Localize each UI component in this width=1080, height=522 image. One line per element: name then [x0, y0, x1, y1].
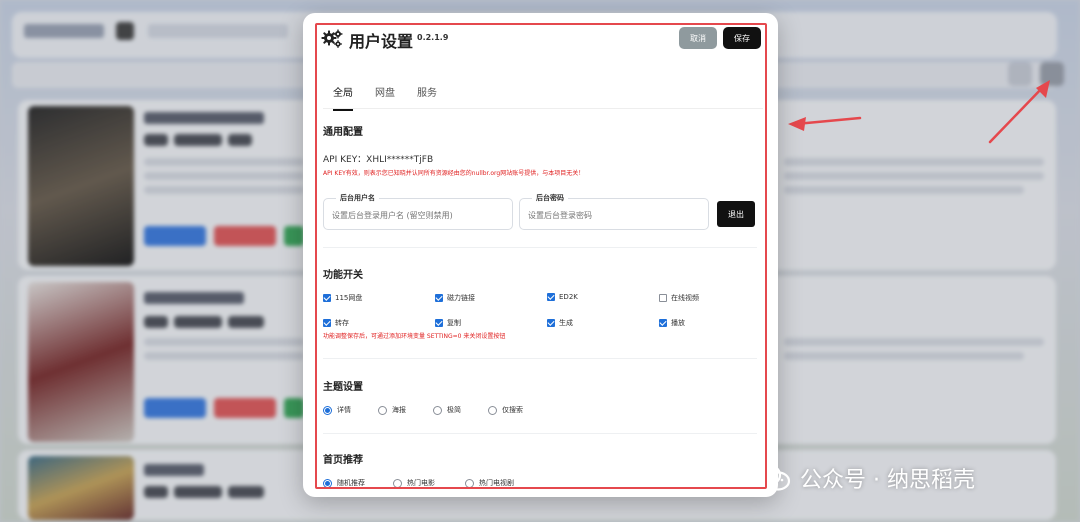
section-divider	[323, 433, 757, 434]
radio-label: 热门电影	[407, 479, 435, 487]
radio-button[interactable]	[323, 405, 332, 415]
checkbox-label: 转存	[335, 319, 349, 327]
checkbox-label: ED2K	[559, 293, 578, 301]
checkbox-label: 播放	[671, 319, 685, 327]
username-label: 后台用户名	[336, 193, 379, 203]
checkbox-box[interactable]	[659, 294, 667, 302]
radio-theme-poster[interactable]: 海报	[378, 405, 406, 415]
radio-button[interactable]	[323, 478, 332, 488]
radio-label: 随机推荐	[337, 479, 365, 487]
checkbox-box[interactable]	[323, 319, 331, 327]
checkbox-label: 在线视频	[671, 294, 699, 302]
radio-theme-search-only[interactable]: 仅搜索	[488, 405, 523, 415]
checkbox-label: 磁力链接	[447, 294, 475, 302]
wechat-icon	[752, 463, 791, 491]
checkbox-label: 生成	[559, 319, 573, 327]
section-divider	[323, 247, 757, 248]
wechat-watermark: 公众号 · 纳思稻壳	[752, 462, 975, 494]
section-title-theme: 主题设置	[323, 382, 363, 393]
radio-label: 详情	[337, 406, 351, 414]
modal-content: 用户设置 0.2.1.9 取消 保存 全局 网盘 服务 通用配置 API KEY…	[317, 23, 765, 489]
checkbox-box[interactable]	[547, 293, 555, 301]
section-title-features: 功能开关	[323, 270, 363, 281]
section-title-general: 通用配置	[323, 127, 363, 138]
tab-service[interactable]: 服务	[417, 84, 437, 109]
checkbox-generate[interactable]: 生成	[547, 318, 573, 328]
radio-label: 极简	[447, 406, 461, 414]
radio-label: 仅搜索	[502, 406, 523, 414]
checkbox-online-video[interactable]: 在线视频	[659, 293, 699, 303]
username-input[interactable]	[332, 207, 504, 223]
checkbox-box[interactable]	[659, 319, 667, 327]
checkbox-ed2k[interactable]: ED2K	[547, 293, 578, 301]
checkbox-115-netdisk[interactable]: 115网盘	[323, 293, 362, 303]
radio-button[interactable]	[488, 405, 497, 415]
modal-title: 用户设置	[349, 32, 414, 51]
radio-home-hot-movies[interactable]: 热门电影	[393, 478, 435, 488]
settings-tabs: 全局 网盘 服务	[323, 79, 763, 111]
section-divider	[323, 358, 757, 359]
checkbox-copy[interactable]: 复制	[435, 318, 461, 328]
save-button[interactable]: 保存	[723, 27, 761, 49]
radio-button[interactable]	[378, 405, 387, 415]
radio-theme-detail[interactable]: 详情	[323, 405, 351, 415]
api-key-note: API KEY有效，则表示您已知晓并认同所有资源经由您的nullbr.org网站…	[323, 170, 585, 177]
tab-netdisk[interactable]: 网盘	[375, 84, 395, 109]
api-key-value: API KEY：XHLI******TjFB	[323, 155, 434, 165]
radio-home-hot-tv[interactable]: 热门电视剧	[465, 478, 514, 488]
checkbox-box[interactable]	[547, 319, 555, 327]
radio-button[interactable]	[465, 478, 474, 488]
radio-label: 海报	[392, 406, 406, 414]
cancel-button[interactable]: 取消	[679, 27, 717, 49]
checkbox-transfer[interactable]: 转存	[323, 318, 349, 328]
version-label: 0.2.1.9	[417, 33, 449, 42]
checkbox-box[interactable]	[323, 294, 331, 302]
password-field: 后台密码	[519, 193, 709, 230]
checkbox-box[interactable]	[435, 294, 443, 302]
username-field: 后台用户名	[323, 193, 513, 230]
checkbox-box[interactable]	[435, 319, 443, 327]
password-label: 后台密码	[532, 193, 568, 203]
features-note: 功能调整保存后，可通过添加环境变量 SETTING=0 来关闭设置按钮	[323, 333, 506, 340]
checkbox-label: 115网盘	[335, 294, 363, 302]
logout-button[interactable]: 退出	[717, 201, 755, 227]
modal-header: 用户设置 0.2.1.9 取消 保存	[321, 25, 761, 55]
radio-theme-minimal[interactable]: 极简	[433, 405, 461, 415]
checkbox-label: 复制	[447, 319, 461, 327]
password-input[interactable]	[528, 207, 700, 223]
gears-icon	[321, 29, 343, 48]
radio-button[interactable]	[433, 405, 442, 415]
radio-home-random[interactable]: 随机推荐	[323, 478, 365, 488]
watermark-text: 公众号 · 纳思稻壳	[800, 468, 975, 493]
tab-global[interactable]: 全局	[333, 84, 353, 111]
radio-label: 热门电视剧	[479, 479, 514, 487]
checkbox-magnet[interactable]: 磁力链接	[435, 293, 475, 303]
section-title-home: 首页推荐	[323, 455, 363, 466]
radio-button[interactable]	[393, 478, 402, 488]
user-settings-modal: 用户设置 0.2.1.9 取消 保存 全局 网盘 服务 通用配置 API KEY…	[303, 13, 778, 497]
checkbox-play[interactable]: 播放	[659, 318, 685, 328]
